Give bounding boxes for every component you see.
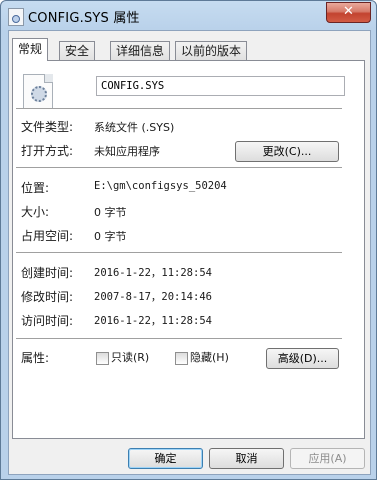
file-name-input[interactable]: CONFIG.SYS <box>96 76 345 96</box>
separator <box>16 338 342 339</box>
tab-strip: 常规 安全 详细信息 以前的版本 <box>12 38 362 61</box>
modified-label: 修改时间: <box>21 290 74 304</box>
apply-button[interactable]: 应用(A) <box>290 448 365 469</box>
file-type-label: 文件类型: <box>21 120 74 134</box>
checkbox-box <box>175 352 188 365</box>
readonly-checkbox[interactable]: 只读(R) <box>96 351 156 365</box>
file-type-value: 系统文件 (.SYS) <box>94 121 175 134</box>
location-value: E:\gm\configsys_50204 <box>94 180 227 192</box>
separator <box>16 108 342 109</box>
separator <box>16 167 342 168</box>
size-label: 大小: <box>21 205 50 219</box>
gear-icon <box>31 86 47 102</box>
created-value: 2016-1-22，11:28:54 <box>94 267 212 279</box>
separator <box>16 252 342 253</box>
hidden-checkbox-label: 隐藏(H) <box>190 351 229 364</box>
tab-details[interactable]: 详细信息 <box>110 41 171 60</box>
advanced-button[interactable]: 高级(D)... <box>266 348 339 369</box>
size-value: 0 字节 <box>94 206 127 219</box>
open-with-label: 打开方式: <box>21 144 74 158</box>
disk-size-label: 占用空间: <box>21 229 74 243</box>
general-tab-panel: CONFIG.SYS 文件类型: 系统文件 (.SYS) 打开方式: 未知应用程… <box>12 60 365 439</box>
close-icon: ✕ <box>343 4 354 19</box>
readonly-checkbox-label: 只读(R) <box>111 351 150 364</box>
created-label: 创建时间: <box>21 266 74 280</box>
accessed-value: 2016-1-22，11:28:54 <box>94 315 212 327</box>
modified-value: 2007-8-17，20:14:46 <box>94 291 212 303</box>
file-icon <box>8 8 24 26</box>
system-file-icon <box>23 74 53 109</box>
attributes-label: 属性: <box>21 351 50 365</box>
disk-size-value: 0 字节 <box>94 230 127 243</box>
tab-previous-versions[interactable]: 以前的版本 <box>175 41 248 60</box>
window-title: CONFIG.SYS 属性 <box>28 11 140 26</box>
close-button[interactable]: ✕ <box>326 2 371 23</box>
tab-security[interactable]: 安全 <box>59 41 96 60</box>
location-label: 位置: <box>21 181 50 195</box>
cancel-button[interactable]: 取消 <box>209 448 284 469</box>
accessed-label: 访问时间: <box>21 314 74 328</box>
checkbox-box <box>96 352 109 365</box>
tab-general[interactable]: 常规 <box>12 38 49 61</box>
hidden-checkbox[interactable]: 隐藏(H) <box>175 351 235 365</box>
ok-button[interactable]: 确定 <box>128 448 203 469</box>
open-with-value: 未知应用程序 <box>94 145 160 158</box>
change-button[interactable]: 更改(C)... <box>235 141 339 162</box>
dialog-client-area: 常规 安全 详细信息 以前的版本 CONFIG.SYS 文件类型: 系统文件 (… <box>8 30 371 475</box>
properties-dialog: CONFIG.SYS 属性 ✕ 常规 安全 详细信息 以前的版本 CONFIG.… <box>0 0 377 480</box>
